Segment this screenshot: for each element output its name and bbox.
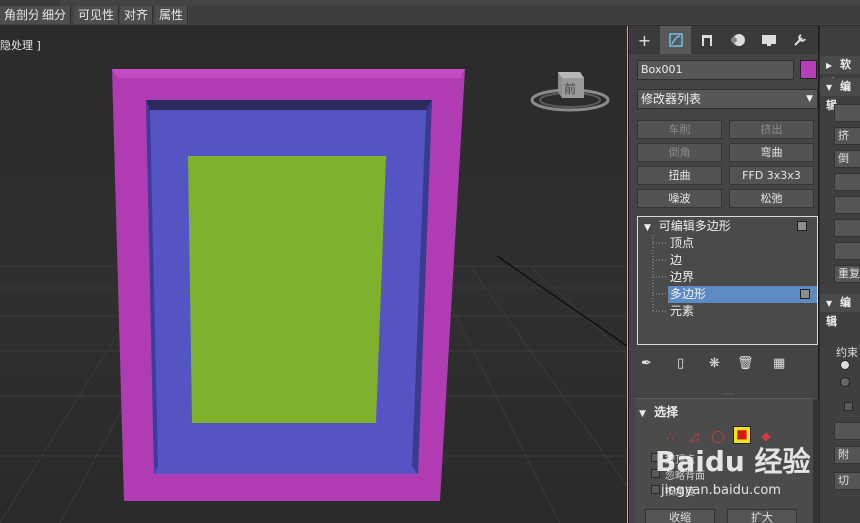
pin-stack-icon[interactable]: ✒ [641,354,652,374]
remove-modifier-icon[interactable]: 🗑 [737,354,754,374]
repeat-last-button[interactable]: 重复 [834,265,860,283]
blank-button-4[interactable] [834,242,860,260]
attach-button[interactable]: 附 [834,446,860,464]
chevron-down-icon: ▼ [806,94,813,104]
blank-button-5[interactable] [834,422,860,440]
make-unique-icon[interactable]: ❋ [709,354,720,374]
menu-align[interactable]: 对齐 [120,6,154,24]
relax-button[interactable]: 松弛 [729,189,814,208]
modifier-stack: ▼ 可编辑多边形 顶点 边 边界 多边形 元素 [637,216,818,345]
create-icon[interactable]: + [629,26,660,54]
stack-item-polygon-label: 多边形 [670,287,707,301]
edit-geometry-2-header[interactable]: ▼ 编辑 [820,294,860,328]
collapse-arrow-icon: ▼ [826,83,833,92]
bridge-short-button[interactable] [834,219,860,237]
panel-tabs: + [629,26,818,54]
menu-bar-empty [190,6,860,24]
hierarchy-icon[interactable] [691,26,722,54]
selection-rollout-title[interactable]: ▼ 选择 [639,403,678,420]
constraint-none-radio[interactable] [840,360,850,370]
object-color-swatch[interactable] [800,60,817,79]
stack-item-polygon[interactable]: 多边形 [668,286,817,303]
stack-item-element[interactable]: 元素 [670,303,694,320]
utilities-icon[interactable] [784,26,815,54]
stack-root-editable-poly[interactable]: ▼ 可编辑多边形 [644,218,814,235]
expand-arrow-icon: ▶ [826,61,833,70]
modifier-list-label: 修改器列表 [641,92,702,106]
stack-item-border[interactable]: 边界 [670,269,694,286]
grow-button[interactable]: 扩大 [727,509,797,523]
bend-button[interactable]: 弯曲 [729,143,814,162]
constraint-label: 约束 [836,346,858,359]
axis-line [496,255,627,347]
watermark-logo: Baidu 经验 [655,445,811,478]
menu-subdivide[interactable]: 细分 [38,6,72,24]
preserve-uv-checkbox[interactable] [844,402,853,411]
menu-properties[interactable]: 属性 [155,6,189,24]
shrink-button[interactable]: 收缩 [645,509,715,523]
menu-visibility[interactable]: 可见性 [74,6,120,24]
menu-bar: 角剖分 细分 可见性 对齐 属性 [0,0,860,26]
blank-button-1[interactable] [834,104,860,122]
motion-icon[interactable] [722,26,753,54]
perspective-viewport[interactable]: 隐处理 ] 前 [0,26,627,523]
viewcube[interactable]: 前 [528,64,612,122]
object-name-field[interactable]: Box001 [637,60,794,80]
display-icon[interactable] [753,26,784,54]
stack-root-label: 可编辑多边形 [658,219,731,233]
collapse-arrow-icon: ▼ [826,299,833,308]
baidu-watermark: Baidu 经验 jingyan.baidu.com [655,440,825,510]
extrude-short-button[interactable]: 挤 [834,127,860,145]
noise-button[interactable]: 噪波 [637,189,722,208]
edit-geometry-header[interactable]: ▼ 编辑 [820,78,860,112]
blank-button-2[interactable] [834,173,860,191]
stack-toggle-box[interactable] [797,221,807,231]
viewcube-front-label: 前 [564,81,576,96]
show-end-result-icon[interactable]: ▯ [677,354,684,374]
modifier-list-dropdown[interactable]: 修改器列表 ▼ [637,89,818,109]
lathe-button[interactable]: 车削 [637,120,722,139]
bevel-button[interactable]: 倒角 [637,143,722,162]
blank-button-3[interactable] [834,196,860,214]
ffd-button[interactable]: FFD 3x3x3 [729,166,814,185]
modify-icon[interactable] [660,26,691,54]
stack-tree-lines [652,235,668,313]
configure-modifier-sets-icon[interactable]: ▦ [773,354,785,374]
frame-center-panel [188,156,386,423]
expand-triangle-icon: ▼ [644,223,651,233]
stack-item-vertex[interactable]: 顶点 [670,235,694,252]
extrude-button[interactable]: 挤出 [729,120,814,139]
bevel-short-button[interactable]: 倒 [834,150,860,168]
cut-button[interactable]: 切 [834,472,860,490]
stack-toggle-box[interactable] [800,289,810,299]
constraint-edge-radio[interactable] [840,377,850,387]
selection-title-label: 选择 [654,405,679,419]
watermark-url: jingyan.baidu.com [661,483,781,498]
viewport-label[interactable]: 隐处理 ] [0,37,41,53]
stack-tools: ✒ ▯ ❋ 🗑 ▦ [637,354,818,374]
twist-button[interactable]: 扭曲 [637,166,722,185]
secondary-panel: ▶ 软选 ▼ 编辑 挤 倒 重复 ▼ 编辑 约束 附 切 [819,26,860,523]
soft-selection-header[interactable]: ▶ 软选 [820,56,860,90]
collapse-triangle-icon: ▼ [639,409,646,419]
stack-item-edge[interactable]: 边 [670,252,682,269]
